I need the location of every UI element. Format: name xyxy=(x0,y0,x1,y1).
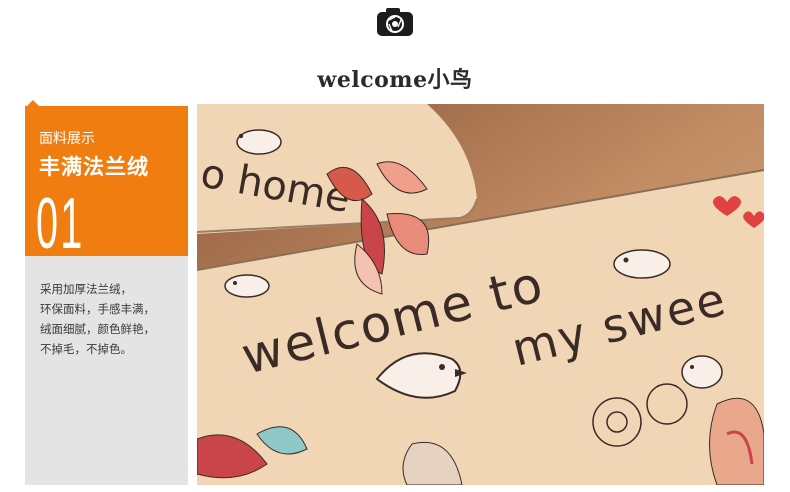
description-line: 不掉毛，不掉色。 xyxy=(40,342,132,356)
section-number: 01 xyxy=(36,184,85,264)
feature-description: 采用加厚法兰绒， 环保面料，手感丰满， 绒面细腻，颜色鲜艳， 不掉毛，不掉色。 xyxy=(40,279,185,359)
bird-icon xyxy=(681,355,723,389)
camera-icon xyxy=(377,8,413,36)
section-label: 面料展示 xyxy=(39,131,95,147)
product-photo: o home welcome to my swee xyxy=(197,104,764,485)
back-mat: o home xyxy=(197,104,478,234)
section-title: 丰满法兰绒 xyxy=(39,155,149,179)
flower-icon xyxy=(709,397,764,485)
page-title: welcome小鸟 xyxy=(317,67,473,93)
bird-icon xyxy=(613,249,671,279)
bird-icon xyxy=(224,274,270,298)
description-line: 绒面细腻，颜色鲜艳， xyxy=(40,322,155,336)
bird-icon xyxy=(236,129,282,155)
description-line: 环保面料，手感丰满， xyxy=(40,302,155,316)
description-line: 采用加厚法兰绒， xyxy=(40,282,132,296)
